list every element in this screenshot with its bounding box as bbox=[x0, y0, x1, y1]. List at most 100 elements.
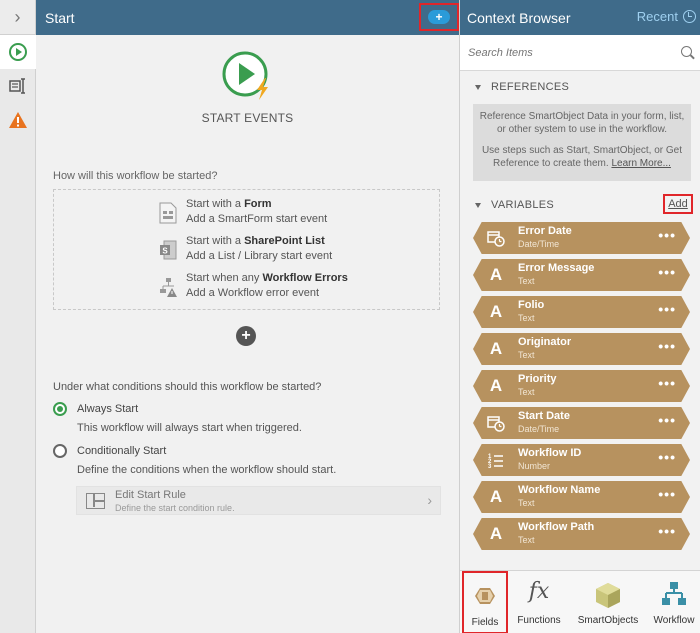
edit-start-rule-button[interactable]: Edit Start Rule Define the start conditi… bbox=[76, 486, 441, 515]
more-options-icon[interactable]: ••• bbox=[658, 338, 676, 354]
start-panel: Start + START EVENTS How will this workf… bbox=[36, 0, 459, 633]
collapse-triangle-icon bbox=[475, 84, 481, 90]
workflow-error-icon bbox=[160, 278, 177, 297]
open-context-browser-button[interactable]: + bbox=[419, 3, 459, 31]
datetime-type-icon bbox=[486, 222, 506, 254]
text-type-icon: A bbox=[489, 339, 503, 358]
variable-name: Priority bbox=[518, 373, 557, 385]
conditionally-start-description: Define the conditions when the workflow … bbox=[77, 464, 337, 476]
more-options-icon[interactable]: ••• bbox=[658, 449, 676, 465]
start-with-form-option[interactable]: Start with a Form Add a SmartForm start … bbox=[159, 198, 419, 228]
rule-layout-icon bbox=[86, 493, 105, 509]
add-variable-link[interactable]: Add bbox=[663, 194, 693, 214]
variable-type: Text bbox=[518, 313, 535, 323]
start-header: Start + bbox=[36, 0, 459, 35]
variable-name: Start Date bbox=[518, 410, 570, 422]
start-options-box: Start with a Form Add a SmartForm start … bbox=[53, 189, 440, 310]
fields-icon bbox=[475, 588, 495, 604]
variable-type: Date/Time bbox=[518, 239, 560, 249]
search-icon[interactable] bbox=[681, 46, 692, 57]
tab-fields[interactable]: Fields bbox=[462, 571, 508, 633]
more-options-icon[interactable]: ••• bbox=[658, 301, 676, 317]
variable-type: Text bbox=[518, 498, 535, 508]
sharepoint-icon: S bbox=[160, 240, 177, 260]
more-options-icon[interactable]: ••• bbox=[658, 375, 676, 391]
tab-functions[interactable]: fx Functions bbox=[513, 571, 565, 633]
svg-text:3: 3 bbox=[488, 464, 492, 469]
variable-name: Error Date bbox=[518, 225, 572, 237]
variables-header[interactable]: VARIABLES bbox=[475, 199, 554, 211]
text-type-icon: A bbox=[489, 265, 503, 284]
more-options-icon[interactable]: ••• bbox=[658, 412, 676, 428]
always-start-radio[interactable] bbox=[53, 402, 67, 416]
expand-chevron-icon[interactable]: › bbox=[0, 0, 35, 35]
start-question: How will this workflow be started? bbox=[53, 170, 218, 182]
variable-type: Text bbox=[518, 535, 535, 545]
properties-rail-button[interactable] bbox=[0, 69, 36, 103]
variable-name: Error Message bbox=[518, 262, 595, 274]
text-type-icon: A bbox=[489, 487, 503, 506]
more-options-icon[interactable]: ••• bbox=[658, 227, 676, 243]
references-info: Reference SmartObject Data in your form,… bbox=[473, 104, 691, 181]
tab-workflow[interactable]: Workflow bbox=[650, 571, 698, 633]
variable-item[interactable]: Error Date Date/Time ••• bbox=[473, 222, 690, 254]
search-input[interactable] bbox=[468, 44, 668, 62]
tab-smartobjects[interactable]: SmartObjects bbox=[574, 571, 642, 633]
variable-item[interactable]: 1 2 3 Workflow ID Number ••• bbox=[473, 444, 690, 476]
start-events-title: START EVENTS bbox=[201, 111, 294, 125]
context-browser: Context Browser Recent REFERENCES Refere… bbox=[459, 0, 700, 633]
variable-name: Workflow ID bbox=[518, 447, 582, 459]
variable-item[interactable]: Start Date Date/Time ••• bbox=[473, 407, 690, 439]
text-type-icon: A bbox=[489, 524, 503, 543]
more-options-icon[interactable]: ••• bbox=[658, 523, 676, 539]
variable-item[interactable]: A Error Message Text ••• bbox=[473, 259, 690, 291]
references-header[interactable]: REFERENCES bbox=[475, 81, 569, 93]
variable-type: Text bbox=[518, 350, 535, 360]
search-bar bbox=[460, 35, 700, 71]
left-rail: › bbox=[0, 0, 36, 633]
context-browser-title: Context Browser bbox=[467, 9, 571, 26]
start-on-workflow-errors-option[interactable]: Start when any Workflow Errors Add a Wor… bbox=[159, 272, 419, 302]
start-with-sharepoint-option[interactable]: S Start with a SharePoint List Add a Lis… bbox=[159, 235, 419, 265]
functions-icon: fx bbox=[528, 579, 550, 604]
variable-type: Text bbox=[518, 387, 535, 397]
workflow-icon bbox=[662, 582, 686, 605]
more-options-icon[interactable]: ••• bbox=[658, 486, 676, 502]
collapse-triangle-icon bbox=[475, 202, 481, 208]
warning-icon bbox=[9, 112, 27, 128]
variable-item[interactable]: A Folio Text ••• bbox=[473, 296, 690, 328]
start-events-rail-button[interactable] bbox=[0, 35, 36, 69]
panel-title: Start bbox=[45, 9, 75, 26]
variable-item[interactable]: A Originator Text ••• bbox=[473, 333, 690, 365]
properties-icon bbox=[9, 78, 25, 94]
variable-type: Date/Time bbox=[518, 424, 560, 434]
play-icon bbox=[8, 43, 27, 61]
variable-type: Text bbox=[518, 276, 535, 286]
always-start-description: This workflow will always start when tri… bbox=[77, 422, 302, 434]
warnings-rail-button[interactable] bbox=[0, 103, 36, 137]
text-type-icon: A bbox=[489, 376, 503, 395]
datetime-type-icon bbox=[486, 407, 506, 439]
bottom-tabs: Fields fx Functions SmartObjects Workflo… bbox=[460, 570, 700, 633]
svg-text:S: S bbox=[162, 247, 168, 256]
conditionally-start-radio[interactable] bbox=[53, 444, 67, 458]
recent-link[interactable]: Recent bbox=[637, 9, 678, 24]
form-icon bbox=[159, 202, 177, 224]
variable-item[interactable]: A Priority Text ••• bbox=[473, 370, 690, 402]
always-start-label[interactable]: Always Start bbox=[77, 403, 138, 415]
variable-item[interactable]: A Workflow Name Text ••• bbox=[473, 481, 690, 513]
variable-name: Folio bbox=[518, 299, 545, 311]
conditionally-start-label[interactable]: Conditionally Start bbox=[77, 445, 166, 457]
variable-name: Workflow Path bbox=[518, 521, 595, 533]
plus-icon: + bbox=[428, 10, 450, 24]
add-start-event-button[interactable]: + bbox=[236, 326, 256, 346]
context-browser-header: Context Browser Recent bbox=[460, 0, 700, 35]
variable-item[interactable]: A Workflow Path Text ••• bbox=[473, 518, 690, 550]
more-options-icon[interactable]: ••• bbox=[658, 264, 676, 280]
variable-name: Workflow Name bbox=[518, 484, 601, 496]
learn-more-link[interactable]: Learn More... bbox=[611, 158, 670, 169]
smartobjects-icon bbox=[596, 583, 620, 608]
variable-name: Originator bbox=[518, 336, 572, 348]
clock-icon[interactable] bbox=[683, 10, 696, 23]
conditions-question: Under what conditions should this workfl… bbox=[53, 381, 322, 393]
